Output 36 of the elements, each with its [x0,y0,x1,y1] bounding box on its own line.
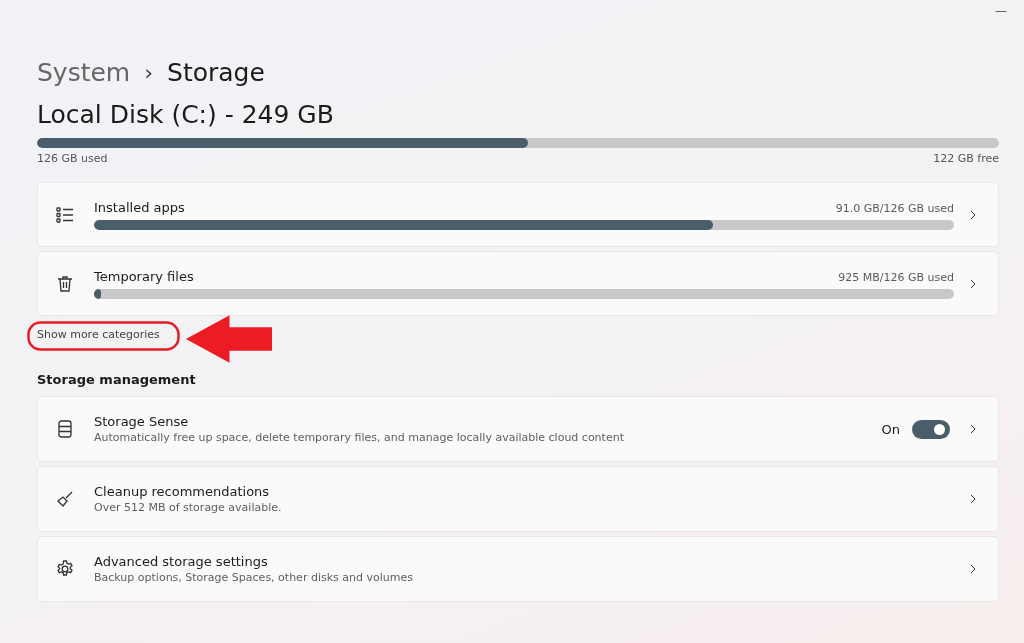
arrow-icon [186,315,273,363]
setting-title: Advanced storage settings [94,554,269,569]
page-title: Storage [167,57,265,87]
toggle-switch[interactable] [912,419,950,439]
free-label: 122 GB free [933,152,999,167]
chevron-icon [968,494,978,504]
drive-icon [55,419,75,439]
section-heading: Storage management [37,372,197,389]
setting-description: Backup options, Storage Spaces, other disks and volumes [94,571,414,584]
settings-icon [55,559,75,579]
chevron-icon [968,424,978,434]
setting-description: Over 512 MB of storage available. [94,501,283,514]
list-icon [55,204,75,225]
minimize-button[interactable]: — [995,0,1019,18]
disk-title: Local Disk (C:) - 249 GB [37,100,335,131]
trash-icon [55,273,75,294]
breadcrumb-parent[interactable]: System [37,57,131,87]
chevron-icon [968,278,978,289]
chevron-icon [968,209,978,220]
breadcrumb-separator: › [144,59,154,85]
broom-icon [55,489,75,509]
setting-card[interactable]: Advanced storage settings Backup options, Storage Spaces, other disks and volumes [37,536,999,602]
category-name: Installed apps [94,199,185,215]
setting-description: Automatically free up space, delete temporary files, and manage locally available cloud content [94,431,625,444]
chevron-icon [968,564,978,574]
category-card[interactable]: Temporary files 925 MB/126 GB used [37,251,999,316]
setting-card[interactable]: Cleanup recommendations Over 512 MB of storage available. [37,466,999,532]
category-name: Temporary files [94,268,194,284]
category-usage: 91.0 GB/126 GB used [835,201,954,215]
setting-title: Cleanup recommendations [94,484,271,499]
setting-card[interactable]: Storage Sense Automatically free up space, delete temporary files, and manage locally available cloud content On [37,396,999,462]
category-usage: 925 MB/126 GB used [838,270,954,284]
used-label: 126 GB used [37,152,108,167]
category-card[interactable]: Installed apps 91.0 GB/126 GB used [37,182,999,247]
toggle-state-label: On [881,421,900,437]
setting-title: Storage Sense [94,414,190,429]
